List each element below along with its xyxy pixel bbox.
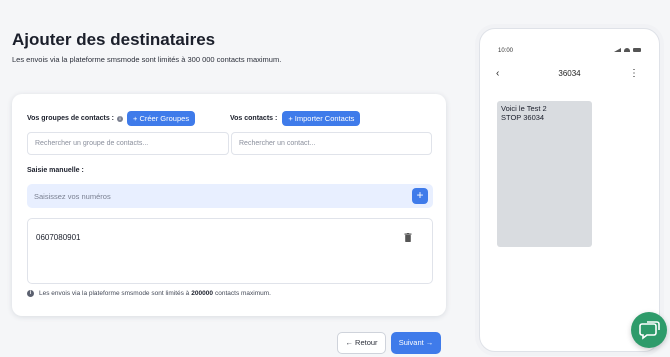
sms-line: Voici le Test 2	[501, 104, 547, 113]
phone-status-bar: 10:00	[480, 29, 659, 54]
battery-icon	[633, 48, 641, 52]
create-groups-button[interactable]: + Créer Groupes	[127, 111, 196, 126]
back-button[interactable]: ← Retour	[337, 332, 386, 354]
add-number-button[interactable]: +	[412, 188, 428, 204]
footnote-prefix: Les envois via la plateforme smsmode son…	[39, 290, 190, 297]
list-item: 0607080901	[36, 233, 81, 242]
chat-button[interactable]	[631, 312, 667, 348]
phone-header: ‹ 36034 ⋮	[480, 67, 659, 83]
manual-entry-label: Saisie manuelle :	[27, 167, 84, 174]
footnote-suffix: contacts maximum.	[215, 290, 271, 297]
status-icons	[614, 48, 641, 52]
next-button[interactable]: Suivant →	[391, 332, 441, 354]
page-title: Ajouter des destinataires	[12, 30, 216, 49]
limit-footnote: i Les envois via la plateforme smsmode s…	[27, 290, 271, 297]
more-icon[interactable]: ⋮	[629, 69, 639, 79]
info-icon[interactable]: i	[117, 115, 123, 122]
chat-icon	[639, 321, 660, 340]
info-icon: i	[27, 290, 34, 297]
manual-numbers-placeholder: Saisissez vos numéros	[34, 192, 111, 201]
group-search-input[interactable]: Rechercher un groupe de contacts...	[27, 132, 229, 155]
sms-preview-bubble: Voici le Test 2 STOP 36034	[497, 101, 592, 247]
groups-label-row: Vos groupes de contacts : i + Créer Grou…	[27, 111, 196, 126]
sms-line: STOP 36034	[501, 113, 545, 122]
phone-time: 10:00	[498, 48, 514, 54]
trash-icon[interactable]	[404, 233, 412, 242]
footnote-limit: 200000	[191, 290, 213, 297]
contact-search-input[interactable]: Rechercher un contact...	[231, 132, 432, 155]
page-subtitle: Les envois via la plateforme smsmode son…	[12, 55, 282, 64]
numbers-list: 0607080901	[27, 218, 433, 284]
signal-icon	[614, 48, 621, 52]
manual-numbers-input[interactable]: Saisissez vos numéros +	[27, 184, 433, 208]
contacts-label: Vos contacts :	[230, 115, 278, 122]
contacts-label-row: Vos contacts : + Importer Contacts	[230, 111, 361, 126]
groups-label: Vos groupes de contacts :	[27, 115, 114, 122]
wifi-icon	[624, 48, 630, 52]
phone-preview: 10:00 ‹ 36034 ⋮ Voici le Test 2 STOP 360…	[479, 28, 660, 352]
import-contacts-button[interactable]: + Importer Contacts	[282, 111, 361, 126]
recipients-card: Vos groupes de contacts : i + Créer Grou…	[12, 94, 446, 316]
